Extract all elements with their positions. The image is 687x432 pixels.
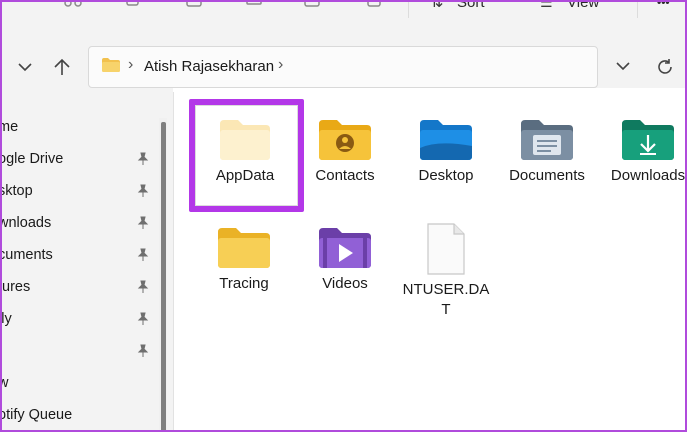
file-item-ntuser-dat[interactable]: NTUSER.DAT <box>396 222 496 320</box>
file-item-contacts[interactable]: Contacts <box>295 118 395 185</box>
share-out-icon[interactable] <box>304 0 322 12</box>
file-item-appdata[interactable]: AppData <box>195 118 295 185</box>
file-name: Tracing <box>219 275 269 292</box>
documents-folder-icon <box>521 120 573 160</box>
view-button[interactable]: View <box>567 0 599 11</box>
pin-icon[interactable] <box>136 280 150 294</box>
file-name: Documents <box>509 167 585 184</box>
copy-icon[interactable] <box>124 0 142 12</box>
file-item-downloads[interactable]: Downloads <box>598 118 687 185</box>
pane-divider[interactable] <box>173 92 174 432</box>
file-name: AppData <box>215 167 275 184</box>
contacts-folder-icon <box>319 120 371 160</box>
more-options-button[interactable]: ••• <box>657 0 670 9</box>
sidebar-item-new[interactable]: w <box>0 375 8 391</box>
sort-button[interactable]: Sort <box>457 0 485 11</box>
sidebar-item-google-drive[interactable]: ogle Drive <box>0 151 63 167</box>
file-icon <box>427 223 465 275</box>
refresh-icon[interactable] <box>654 56 676 78</box>
sidebar-item-desktop[interactable]: sktop <box>0 183 33 199</box>
navigation-pane: me ogle Drive sktop wnloads cuments ture… <box>0 88 173 432</box>
file-item-videos[interactable]: Videos <box>295 226 395 293</box>
file-name: Desktop <box>418 167 474 184</box>
file-name: Videos <box>322 275 368 292</box>
toolbar-separator <box>408 0 409 18</box>
view-icon[interactable]: ☰ <box>540 0 558 12</box>
desktop-folder-icon <box>420 120 472 160</box>
command-bar: ⇅ Sort ☰ View ••• <box>0 0 687 23</box>
sidebar-item-home[interactable]: me <box>0 119 18 135</box>
breadcrumb-user-folder[interactable]: Atish Rajasekharan <box>144 58 274 75</box>
share-icon[interactable] <box>64 0 82 12</box>
delete-icon[interactable] <box>365 0 383 12</box>
pin-icon[interactable] <box>136 152 150 166</box>
downloads-folder-icon <box>622 120 674 160</box>
file-name: Downloads <box>610 167 686 184</box>
videos-folder-icon <box>319 228 371 268</box>
chevron-down-icon[interactable] <box>16 58 34 76</box>
folder-icon <box>218 228 270 268</box>
sidebar-item-documents[interactable]: cuments <box>0 247 53 263</box>
pin-icon[interactable] <box>136 184 150 198</box>
breadcrumb-separator[interactable]: › <box>278 56 283 74</box>
file-item-documents[interactable]: Documents <box>497 118 597 185</box>
pin-icon[interactable] <box>136 312 150 326</box>
pin-icon[interactable] <box>136 344 150 358</box>
file-name: NTUSER.DAT <box>402 281 490 318</box>
paste-icon[interactable] <box>185 0 203 12</box>
pin-icon[interactable] <box>136 248 150 262</box>
rename-icon[interactable] <box>246 0 264 12</box>
toolbar-separator <box>637 0 638 18</box>
sidebar-item-downloads[interactable]: wnloads <box>0 215 51 231</box>
folder-hidden-icon <box>220 120 270 160</box>
file-item-tracing[interactable]: Tracing <box>194 226 294 293</box>
sort-icon[interactable]: ⇅ <box>430 0 448 11</box>
pin-icon[interactable] <box>136 216 150 230</box>
breadcrumb-separator: › <box>128 56 134 73</box>
address-dropdown-chevron-icon[interactable] <box>614 57 632 75</box>
sidebar-scrollbar-thumb[interactable] <box>161 122 166 432</box>
up-arrow-icon[interactable] <box>51 56 73 78</box>
folder-icon <box>102 58 120 72</box>
sidebar-item-family[interactable]: ily <box>0 311 12 327</box>
sidebar-item-pictures[interactable]: tures <box>0 279 30 295</box>
sidebar-item-spotify-queue[interactable]: otify Queue <box>0 407 72 423</box>
file-item-desktop[interactable]: Desktop <box>396 118 496 185</box>
file-name: Contacts <box>315 167 375 184</box>
